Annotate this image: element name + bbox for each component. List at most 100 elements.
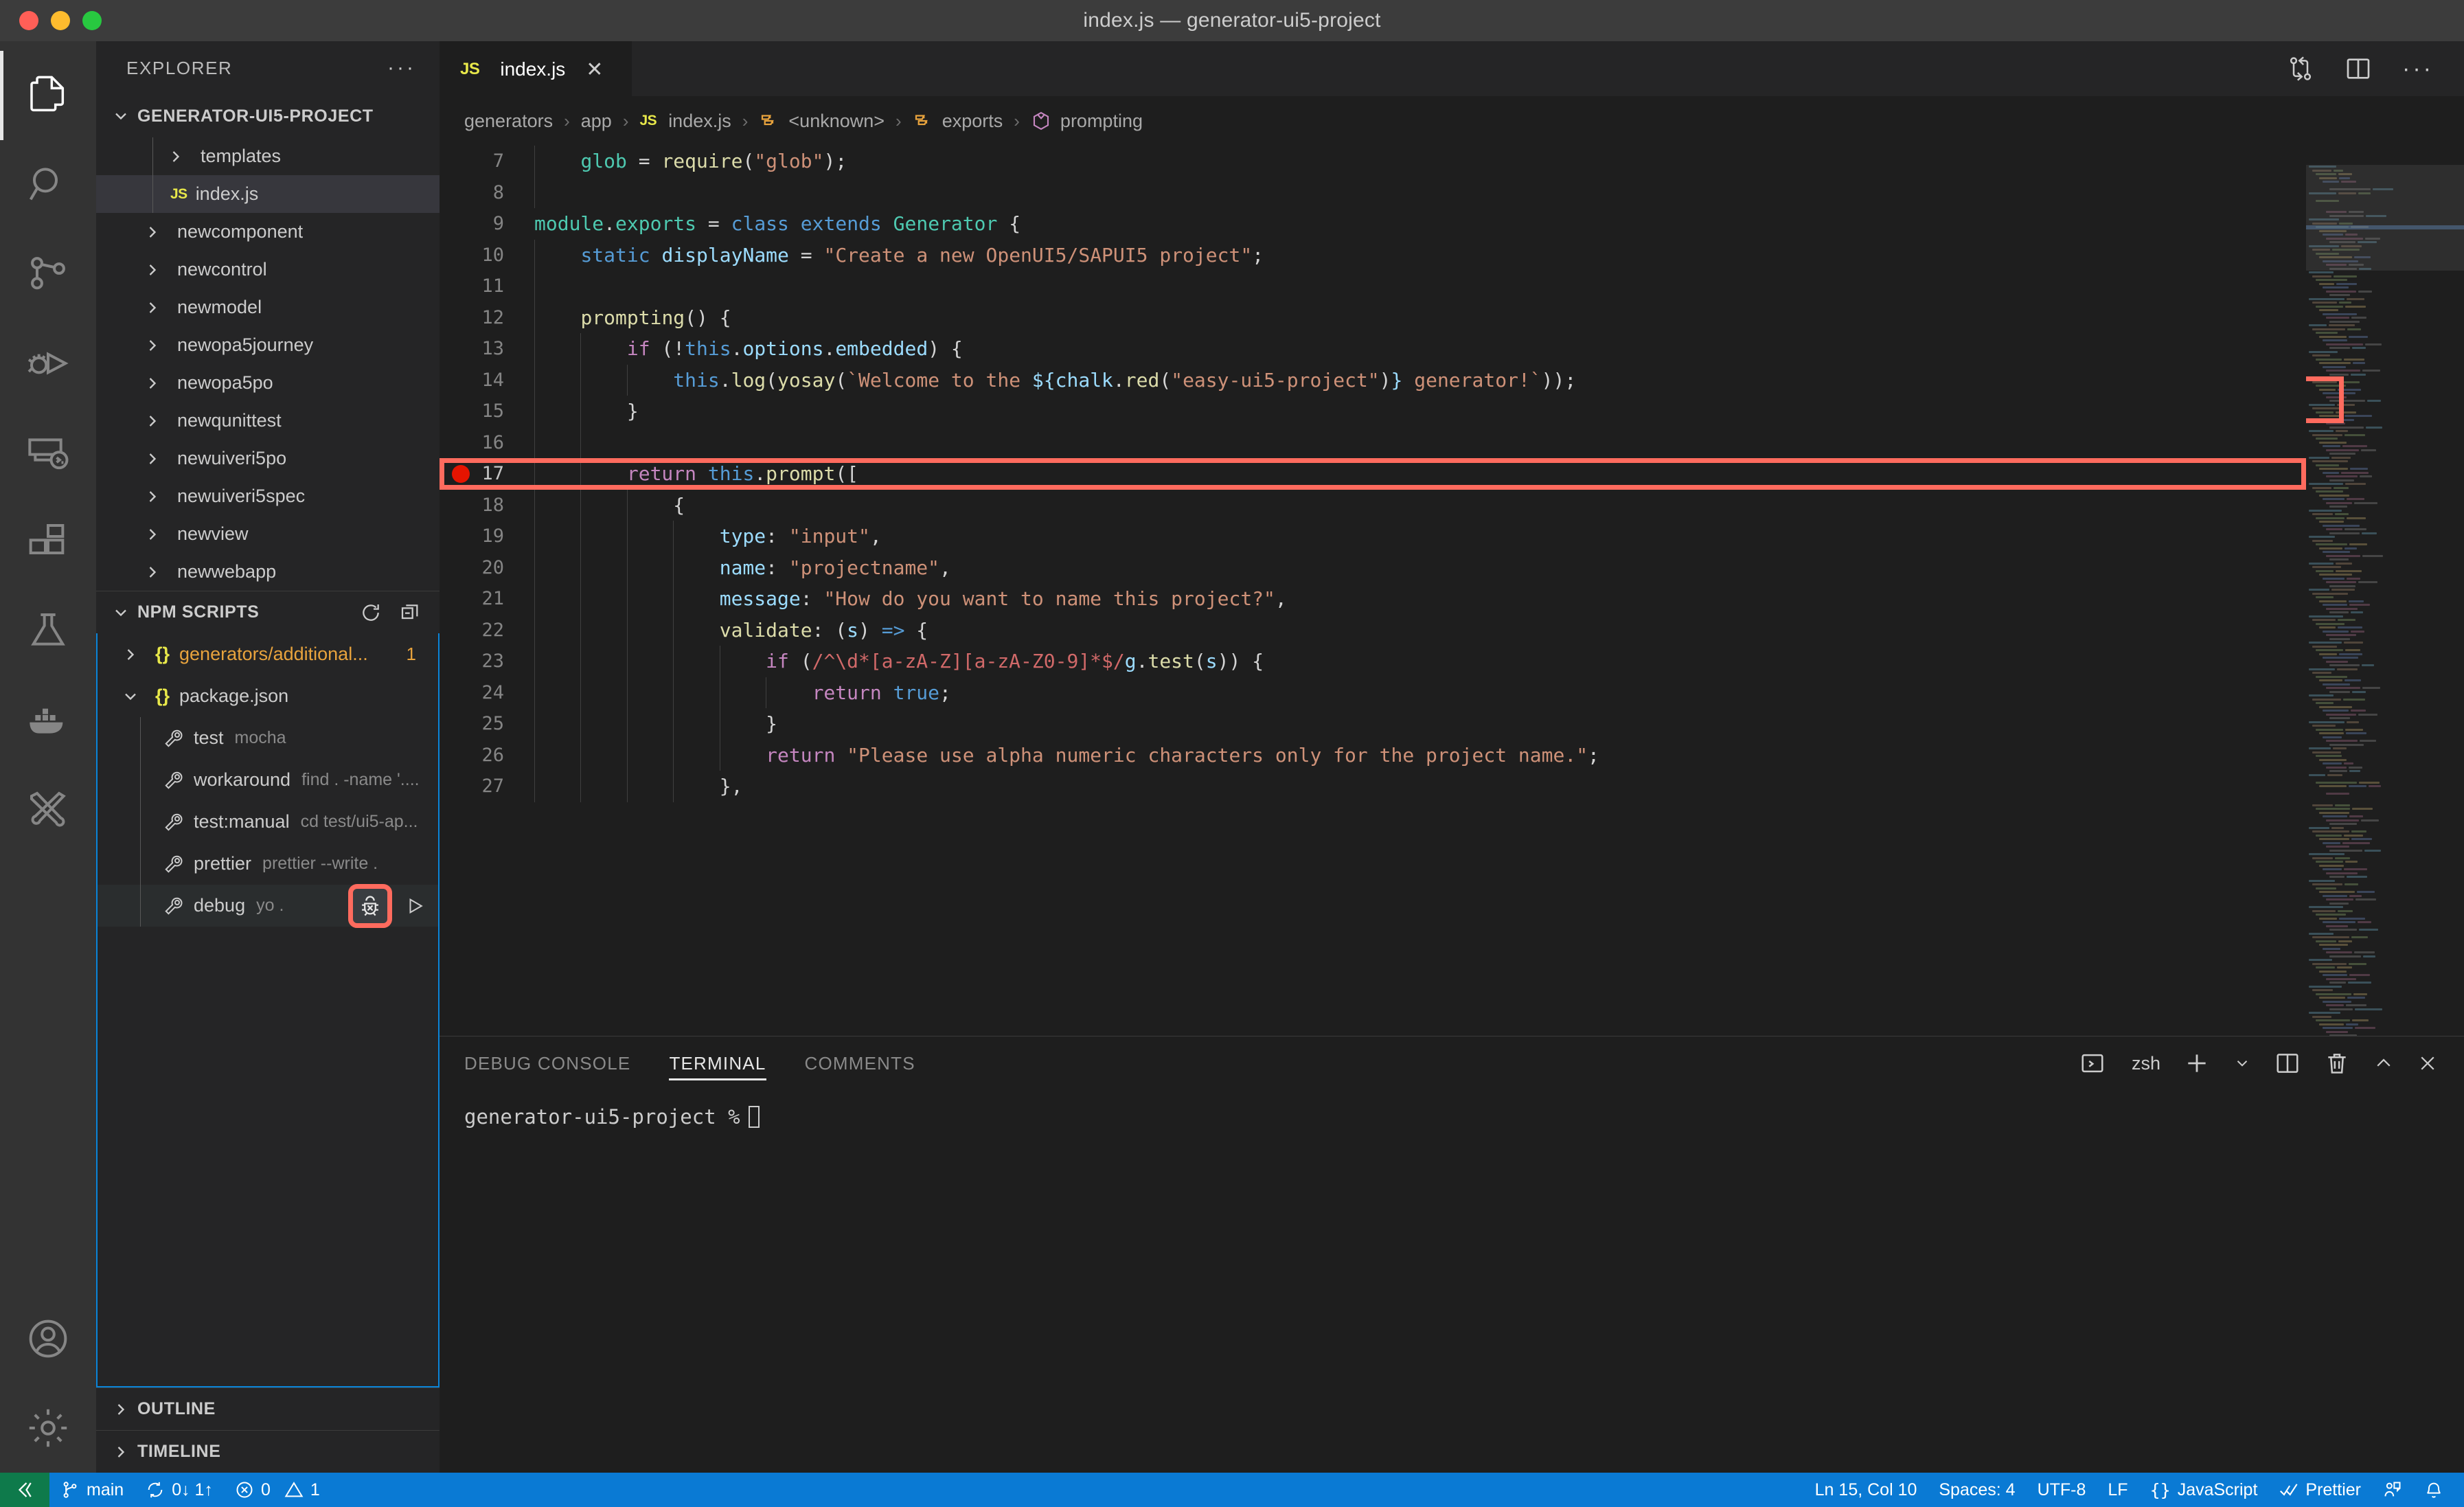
status-remote-host[interactable] [0,1473,49,1507]
code-line[interactable]: 16 [440,427,2464,458]
file-tree-item[interactable]: newcomponent [96,213,440,251]
minimap-viewport-slider[interactable] [2306,165,2464,271]
code-editor[interactable]: 7 glob = require("glob"); 8 9 module.export… [440,146,2464,1036]
tab-comments[interactable]: COMMENTS [805,1036,915,1090]
code-line[interactable]: 8 [440,177,2464,208]
code-line[interactable]: 23 if (/^\d*[a-zA-Z][a-zA-Z0-9]*$/g.test… [440,646,2464,677]
code-line[interactable]: 27 }, [440,771,2464,802]
activity-testing[interactable] [0,587,96,676]
code-line[interactable]: 10 static displayName = "Create a new Op… [440,239,2464,271]
code-line[interactable]: 24 return true; [440,677,2464,708]
file-tree-item[interactable]: newopa5journey [96,326,440,364]
code-line[interactable]: 14 this.log(yosay(`Welcome to the ${chal… [440,364,2464,396]
status-eol[interactable]: LF [2097,1473,2138,1507]
code-line[interactable]: 20 name: "projectname", [440,552,2464,583]
activity-settings[interactable] [0,1383,96,1473]
npm-script-item[interactable]: prettier prettier --write . [98,843,438,885]
maximize-panel-icon[interactable] [2373,1053,2394,1074]
status-branch[interactable]: main [49,1473,135,1507]
npm-script-item[interactable]: debug yo . [98,883,438,928]
code-line[interactable]: 12 prompting() { [440,302,2464,333]
breadcrumb-item[interactable]: app [581,111,612,132]
file-tree-item[interactable]: templates [96,137,440,175]
terminal-icon[interactable] [2079,1050,2106,1076]
split-changes-icon[interactable] [2287,55,2314,82]
code-line[interactable]: 19 type: "input", [440,521,2464,552]
terminal-dropdown-icon[interactable] [2233,1054,2251,1072]
breadcrumb-item[interactable]: JS index.js [640,111,731,132]
close-window-button[interactable] [19,11,38,30]
breadcrumb-item[interactable]: exports [913,111,1003,132]
collapse-all-icon[interactable] [400,602,422,624]
explorer-root-header[interactable]: GENERATOR-UI5-PROJECT [96,95,440,137]
file-tree-item[interactable]: JS index.js [96,175,440,213]
file-tree[interactable]: templates JS index.js newcomponent newcontro… [96,137,440,591]
breadcrumb-item[interactable]: <unknown> [759,111,885,132]
file-tree-item[interactable]: newuiveri5spec [96,477,440,515]
code-line[interactable]: 18 { [440,489,2464,521]
code-line[interactable]: 13 if (!this.options.embedded) { [440,333,2464,365]
code-line[interactable]: 25 } [440,708,2464,740]
new-terminal-icon[interactable] [2184,1050,2210,1076]
kill-terminal-icon[interactable] [2324,1050,2350,1076]
refresh-icon[interactable] [360,602,382,624]
status-indentation[interactable]: Spaces: 4 [1928,1473,2026,1507]
npm-script-item[interactable]: test mocha [98,717,438,759]
close-tab-icon[interactable]: ✕ [586,58,603,82]
sidebar-section-outline[interactable]: OUTLINE [96,1387,440,1430]
code-line[interactable]: 11 [440,271,2464,302]
activity-run-debug[interactable] [0,319,96,408]
activity-accounts[interactable] [0,1294,96,1383]
npm-scripts-header[interactable]: NPM SCRIPTS [96,591,440,633]
activity-search[interactable] [0,140,96,229]
npm-script-group[interactable]: {} package.json [98,675,438,717]
status-live-share[interactable] [2372,1473,2413,1507]
split-editor-icon[interactable] [2345,55,2372,82]
npm-script-group[interactable]: {} generators/additional... 1 [98,633,438,675]
tab-debug-console[interactable]: DEBUG CONSOLE [464,1036,630,1090]
file-tree-item[interactable]: newwebapp [96,553,440,591]
breadcrumb-item[interactable]: generators [464,111,553,132]
code-line[interactable]: 15 } [440,396,2464,427]
activity-explorer[interactable] [0,51,96,140]
debug-script-button[interactable] [348,883,392,928]
sidebar-more-actions-icon[interactable]: ··· [387,56,416,80]
code-line[interactable]: 17 return this.prompt([ [440,458,2464,490]
terminal-output[interactable]: generator-ui5-project % [440,1090,2464,1473]
file-tree-item[interactable]: newmodel [96,288,440,326]
status-cursor-position[interactable]: Ln 15, Col 10 [1804,1473,1928,1507]
tab-index-js[interactable]: JS index.js ✕ [440,41,632,96]
split-terminal-icon[interactable] [2274,1050,2301,1076]
activity-extensions[interactable] [0,497,96,587]
activity-source-control[interactable] [0,229,96,319]
status-sync[interactable]: 0↓ 1↑ [135,1473,224,1507]
file-tree-item[interactable]: newview [96,515,440,553]
npm-scripts-tree[interactable]: {} generators/additional... 1 {} package.jso… [96,633,440,1387]
breadcrumb[interactable]: generators › app › JS index.js › <unknown> › expo… [440,96,2464,146]
minimize-window-button[interactable] [51,11,70,30]
breadcrumb-item[interactable]: prompting [1031,111,1143,132]
code-line[interactable]: 21 message: "How do you want to name thi… [440,583,2464,615]
status-notifications[interactable] [2413,1473,2454,1507]
activity-docker[interactable] [0,676,96,765]
activity-remote-explorer[interactable] [0,408,96,497]
code-line[interactable]: 22 validate: (s) => { [440,614,2464,646]
tab-terminal[interactable]: TERMINAL [669,1036,766,1090]
minimap[interactable] [2306,146,2464,1036]
sidebar-section-timeline[interactable]: TIMELINE [96,1430,440,1473]
file-tree-item[interactable]: newcontrol [96,251,440,288]
status-prettier[interactable]: Prettier [2268,1473,2372,1507]
code-line[interactable]: 26 return "Please use alpha numeric char… [440,739,2464,771]
window-controls[interactable] [0,11,102,30]
breakpoint-marker[interactable] [452,464,470,483]
run-script-button[interactable] [400,890,431,922]
code-line[interactable]: 7 glob = require("glob"); [440,146,2464,177]
file-tree-item[interactable]: newuiveri5po [96,440,440,477]
npm-script-item[interactable]: test:manual cd test/ui5-ap... [98,801,438,843]
file-tree-item[interactable]: newopa5po [96,364,440,402]
code-line[interactable]: 9 module.exports = class extends Generato… [440,208,2464,240]
close-panel-icon[interactable] [2417,1053,2438,1074]
status-problems[interactable]: 0 1 [224,1473,331,1507]
status-encoding[interactable]: UTF-8 [2027,1473,2097,1507]
status-language-mode[interactable]: {} JavaScript [2139,1473,2269,1507]
